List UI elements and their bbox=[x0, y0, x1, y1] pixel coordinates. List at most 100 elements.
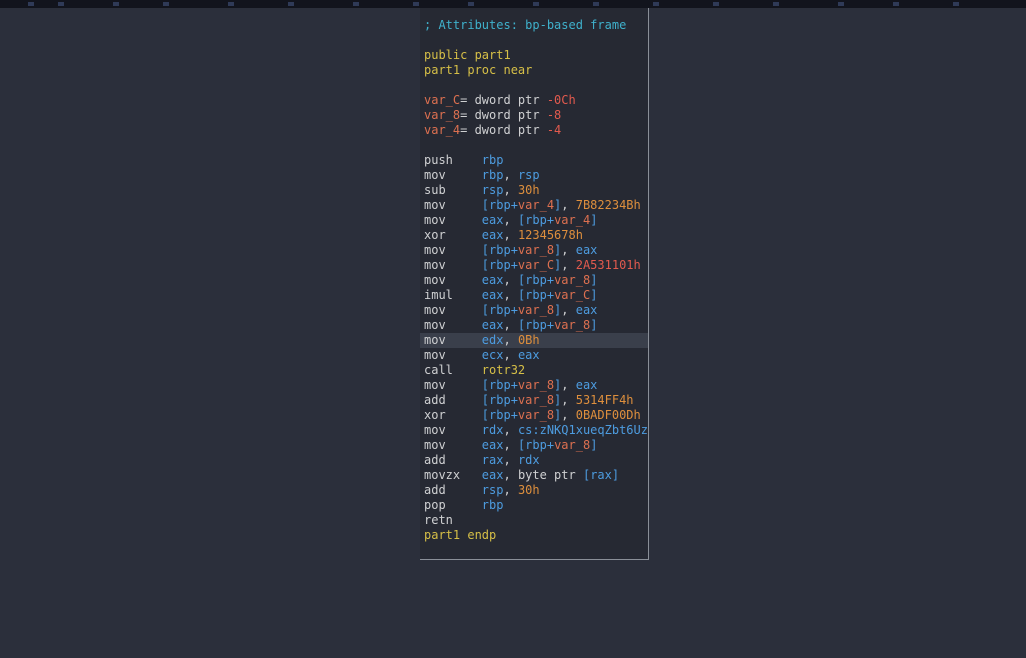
code-line[interactable]: var_C= dword ptr -0Ch bbox=[420, 93, 648, 108]
code-token: xor bbox=[424, 228, 482, 242]
navband-tick bbox=[893, 2, 899, 6]
code-token: dword ptr bbox=[475, 108, 547, 122]
code-token: eax bbox=[482, 273, 504, 287]
code-line[interactable]: part1 proc near bbox=[420, 63, 648, 78]
navband-tick bbox=[228, 2, 234, 6]
code-line[interactable]: mov eax, [rbp+var_8] bbox=[420, 273, 648, 288]
code-line[interactable]: sub rsp, 30h bbox=[420, 183, 648, 198]
code-token: ; Attributes: bp-based frame bbox=[424, 18, 626, 32]
navband-tick bbox=[838, 2, 844, 6]
code-token: ] bbox=[590, 273, 597, 287]
code-token: eax bbox=[482, 318, 504, 332]
code-line[interactable]: call rotr32 bbox=[420, 363, 648, 378]
code-token: , bbox=[561, 243, 575, 257]
code-line[interactable]: var_8= dword ptr -8 bbox=[420, 108, 648, 123]
code-token: mov bbox=[424, 333, 482, 347]
code-token: ] bbox=[590, 438, 597, 452]
code-token: , bbox=[503, 468, 517, 482]
code-token: , bbox=[503, 348, 517, 362]
code-line[interactable]: movzx eax, byte ptr [rax] bbox=[420, 468, 648, 483]
code-token: [rbp+ bbox=[518, 288, 554, 302]
navband-tick bbox=[163, 2, 169, 6]
code-token: 0BADF00Dh bbox=[576, 408, 641, 422]
code-token: [rbp+ bbox=[482, 408, 518, 422]
navband-tick bbox=[113, 2, 119, 6]
code-token: add bbox=[424, 393, 482, 407]
code-token: -0Ch bbox=[547, 93, 576, 107]
code-token: 2A531101h bbox=[576, 258, 641, 272]
code-token: public part1 bbox=[424, 48, 511, 62]
navband-tick bbox=[713, 2, 719, 6]
code-token: mov bbox=[424, 213, 482, 227]
code-line[interactable]: add rsp, 30h bbox=[420, 483, 648, 498]
code-line[interactable]: mov [rbp+var_8], eax bbox=[420, 378, 648, 393]
code-token: mov bbox=[424, 273, 482, 287]
code-token: [rbp+ bbox=[482, 303, 518, 317]
code-token: 0Bh bbox=[518, 333, 540, 347]
code-token: var_8 bbox=[518, 243, 554, 257]
code-line[interactable]: mov eax, [rbp+var_4] bbox=[420, 213, 648, 228]
code-token: mov bbox=[424, 378, 482, 392]
code-line[interactable]: mov [rbp+var_8], eax bbox=[420, 303, 648, 318]
code-line[interactable]: add rax, rdx bbox=[420, 453, 648, 468]
code-token: retn bbox=[424, 513, 453, 527]
code-line[interactable]: mov [rbp+var_4], 7B82234Bh bbox=[420, 198, 648, 213]
code-line[interactable]: public part1 bbox=[420, 48, 648, 63]
code-line[interactable] bbox=[420, 78, 648, 93]
code-line[interactable]: var_4= dword ptr -4 bbox=[420, 123, 648, 138]
code-line-current[interactable]: mov edx, 0Bh bbox=[420, 333, 648, 348]
code-token: var_8 bbox=[424, 108, 460, 122]
code-line[interactable]: imul eax, [rbp+var_C] bbox=[420, 288, 648, 303]
code-token: rdx bbox=[482, 423, 504, 437]
code-line[interactable]: xor [rbp+var_8], 0BADF00Dh bbox=[420, 408, 648, 423]
code-token: var_C bbox=[424, 93, 460, 107]
code-line[interactable]: mov eax, [rbp+var_8] bbox=[420, 318, 648, 333]
code-token: movzx bbox=[424, 468, 482, 482]
code-line[interactable]: mov rbp, rsp bbox=[420, 168, 648, 183]
code-line[interactable]: add [rbp+var_8], 5314FF4h bbox=[420, 393, 648, 408]
code-token: mov bbox=[424, 258, 482, 272]
code-token: , bbox=[503, 288, 517, 302]
code-token: , bbox=[503, 438, 517, 452]
code-token: edx bbox=[482, 333, 504, 347]
code-token: [rbp+ bbox=[518, 273, 554, 287]
disassembly-panel: ; Attributes: bp-based frame public part1… bbox=[420, 8, 649, 560]
code-token: , bbox=[503, 213, 517, 227]
code-token: , bbox=[503, 168, 517, 182]
disassembly-listing[interactable]: ; Attributes: bp-based frame public part1… bbox=[420, 8, 648, 543]
code-token: var_8 bbox=[554, 273, 590, 287]
navband-tick bbox=[533, 2, 539, 6]
code-token: eax bbox=[482, 213, 504, 227]
code-token: byte ptr bbox=[518, 468, 583, 482]
code-token: = bbox=[460, 93, 474, 107]
code-line[interactable]: mov [rbp+var_8], eax bbox=[420, 243, 648, 258]
code-token: eax bbox=[482, 228, 504, 242]
code-line[interactable] bbox=[420, 138, 648, 153]
code-line[interactable]: mov [rbp+var_C], 2A531101h bbox=[420, 258, 648, 273]
code-token: 30h bbox=[518, 483, 540, 497]
code-token: [rbp+ bbox=[482, 393, 518, 407]
code-token: , bbox=[561, 198, 575, 212]
code-token: push bbox=[424, 153, 482, 167]
code-line[interactable]: mov eax, [rbp+var_8] bbox=[420, 438, 648, 453]
code-line[interactable]: mov ecx, eax bbox=[420, 348, 648, 363]
navband-tick bbox=[593, 2, 599, 6]
code-line[interactable]: retn bbox=[420, 513, 648, 528]
code-token: [rbp+ bbox=[518, 438, 554, 452]
code-token: pop bbox=[424, 498, 482, 512]
code-token: var_4 bbox=[554, 213, 590, 227]
code-line[interactable]: push rbp bbox=[420, 153, 648, 168]
code-token: eax bbox=[518, 348, 540, 362]
code-line[interactable]: ; Attributes: bp-based frame bbox=[420, 18, 648, 33]
code-token: xor bbox=[424, 408, 482, 422]
code-line[interactable]: mov rdx, cs:zNKQ1xueqZbt6Uzz bbox=[420, 423, 648, 438]
navigation-band[interactable] bbox=[0, 0, 1026, 8]
code-token: , bbox=[503, 483, 517, 497]
code-line[interactable]: xor eax, 12345678h bbox=[420, 228, 648, 243]
code-token: mov bbox=[424, 348, 482, 362]
code-line[interactable]: pop rbp bbox=[420, 498, 648, 513]
code-token: eax bbox=[482, 288, 504, 302]
code-token: , bbox=[503, 453, 517, 467]
code-line[interactable]: part1 endp bbox=[420, 528, 648, 543]
code-line[interactable] bbox=[420, 33, 648, 48]
